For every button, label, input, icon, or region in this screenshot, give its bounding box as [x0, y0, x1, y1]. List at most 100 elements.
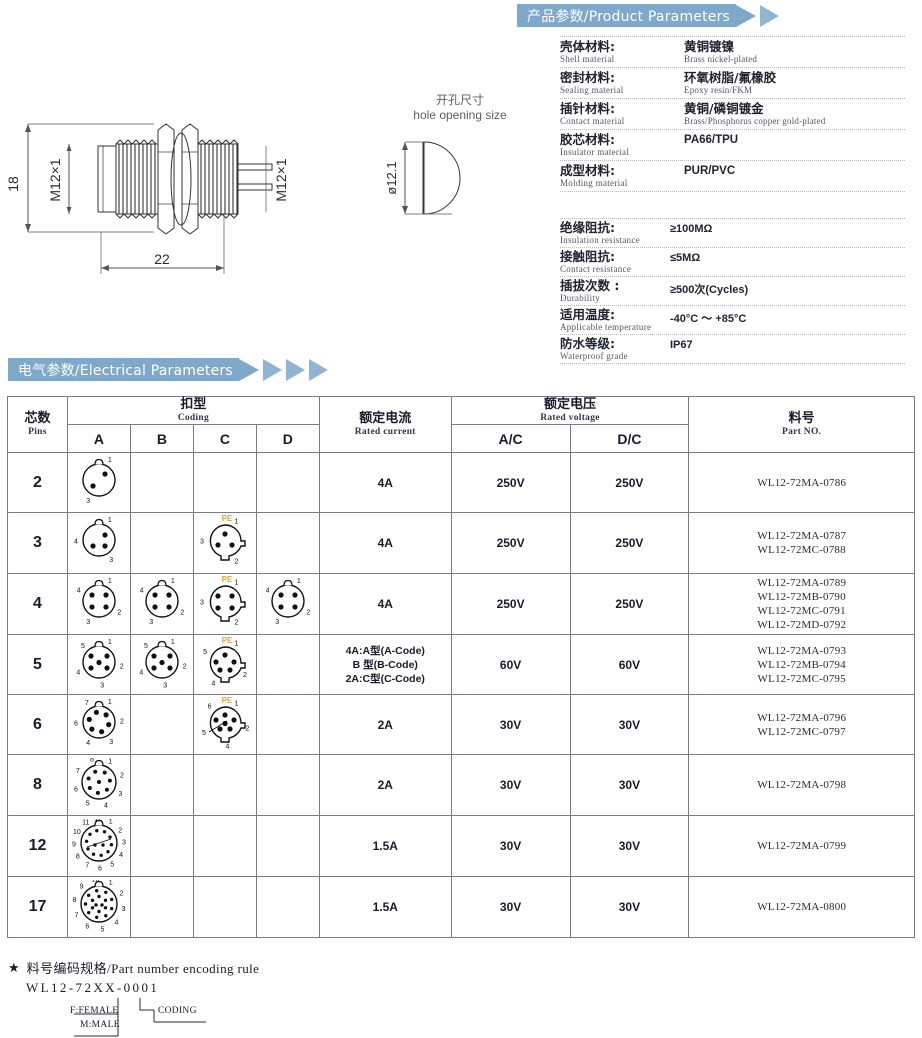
pin-layout-diagram: PE 1 2 4 5: [203, 636, 247, 687]
cell-coding-a: 13: [66, 452, 131, 513]
cell-voltage-ac: 60V: [450, 634, 571, 695]
cell-pins: 2: [7, 452, 68, 513]
label-en: Contact resistance: [560, 264, 632, 274]
cell-pins: 3: [7, 512, 68, 574]
table-row: 17 1 2 3 4 5 6 7 8 9 10 1.5A 30V 30V WL12-72MA-0800: [7, 876, 915, 938]
part-number: WL12-72MB-0794: [757, 658, 846, 671]
cell-coding-a: 1 2 3 4 5: [66, 634, 131, 695]
svg-text:8: 8: [76, 854, 80, 861]
svg-text:PE: PE: [222, 575, 233, 584]
svg-text:2: 2: [245, 725, 249, 732]
part-number: WL12-72MA-0800: [757, 901, 847, 913]
svg-text:1: 1: [108, 699, 112, 706]
cell-rated-current: 2A: [318, 694, 452, 755]
svg-text:4: 4: [211, 680, 215, 687]
hole-title-en: hole opening size: [413, 108, 507, 122]
cell-coding-a: 1 2 3 4: [66, 573, 131, 635]
pin-layout-diagram: PE 1 2 3: [200, 514, 246, 565]
spec-value: ≥500次(Cycles): [670, 284, 749, 296]
svg-text:5: 5: [81, 643, 85, 650]
svg-text:6: 6: [98, 866, 102, 873]
label-en: Insulator material: [560, 147, 630, 157]
cell-coding-b: [129, 452, 194, 513]
label-en: Shell material: [560, 54, 615, 64]
spec-label: 接触阻抗: Contact resistance: [560, 250, 670, 275]
svg-text:3: 3: [163, 682, 167, 689]
cell-part-no: WL12-72MA-0793 WL12-72MB-0794 WL12-72MC-07…: [688, 634, 915, 695]
svg-text:1: 1: [234, 519, 238, 526]
cell-part-no: WL12-72MA-0799: [688, 815, 915, 877]
svg-text:6: 6: [208, 703, 212, 710]
label-en: Insulation resistance: [560, 235, 641, 245]
table-header-row-1: 芯数 Pins 扣型 Coding 额定电流 Rated current 额定电…: [7, 396, 915, 453]
pin-layout-diagram: 1 3 4: [74, 517, 116, 564]
electrical-parameters-table: 芯数 Pins 扣型 Coding 额定电流 Rated current 额定电…: [7, 396, 915, 938]
svg-text:4: 4: [77, 588, 81, 595]
cell-coding-a: 1 2 3 4 5 6 7 8: [66, 754, 131, 816]
svg-text:2: 2: [183, 663, 187, 670]
svg-text:10: 10: [73, 829, 81, 836]
thread-label-right: M12×1: [273, 158, 289, 201]
pin-layout-diagram: PE 1 2 3: [200, 575, 246, 626]
cell-coding-c: [192, 452, 257, 513]
svg-text:3: 3: [118, 791, 122, 798]
header-part-no: 料号 Part NO.: [688, 396, 915, 453]
cell-voltage-dc: 250V: [569, 452, 690, 513]
label-cn: 插拔次数 :: [560, 278, 620, 293]
product-parameter-row: 胶芯材料: Insulator material PA66/TPU: [560, 130, 905, 161]
part-number: WL12-72MA-0796: [757, 711, 847, 724]
svg-text:3: 3: [149, 619, 153, 626]
parameter-label: 壳体材料: Shell material: [560, 40, 684, 65]
spec-value: IP67: [670, 339, 693, 351]
cell-coding-a: 1 2 3 4 5 6 7 8 9 10: [66, 876, 131, 938]
cell-pins: 4: [7, 573, 68, 635]
svg-text:1: 1: [234, 700, 238, 707]
cell-coding-b: 1 2 3 4 5: [129, 634, 194, 695]
cell-rated-current: 4A: [318, 452, 452, 513]
table-row: 12 1 2 3 4 5 6 7 8 9 10 11 12 1.5A 30V 30V WL12-72MA-079…: [7, 815, 915, 877]
cell-coding-a: 1 2 3 4 6 7: [66, 694, 131, 755]
cell-coding-c: [192, 876, 257, 938]
parameter-value: PA66/TPU: [684, 133, 905, 148]
header-coding-a: A: [66, 424, 131, 453]
label-cn: 防水等级:: [560, 336, 615, 351]
pin-layout-diagram: 13: [82, 457, 116, 504]
svg-text:2: 2: [120, 663, 124, 670]
header-coding-d: D: [255, 424, 320, 453]
spec-value: ≤5MΩ: [670, 252, 701, 264]
svg-text:4: 4: [104, 803, 108, 810]
cell-voltage-ac: 30V: [450, 815, 571, 877]
label-en: Durability: [560, 293, 600, 303]
cell-voltage-dc: 30V: [569, 815, 690, 877]
spec-value: -40°C ～ +85°C: [670, 313, 747, 325]
cell-part-no: WL12-72MA-0798: [688, 754, 915, 816]
label-en: Molding material: [560, 178, 628, 188]
cell-coding-c: PE 1 2 4 5: [192, 634, 257, 695]
header-rated-voltage: 额定电压 Rated voltage: [450, 396, 690, 425]
svg-text:1: 1: [108, 457, 112, 464]
value-cn: 黄铜镀镍: [684, 39, 735, 54]
thread-label-left: M12×1: [47, 158, 63, 201]
svg-text:1: 1: [108, 578, 112, 585]
product-specs-list: 绝缘阻抗: Insulation resistance ≥100MΩ 接触阻抗:…: [560, 218, 905, 364]
svg-text:PE: PE: [222, 636, 233, 645]
cell-rated-current: 4A:A型(A-Code) B 型(B-Code) 2A:C型(C-Code): [318, 634, 452, 695]
svg-text:2: 2: [117, 609, 121, 616]
table-header: 芯数 Pins 扣型 Coding 额定电流 Rated current 额定电…: [7, 396, 915, 453]
connector-technical-drawing: 18 M12×1 M12×1 22: [5, 123, 289, 274]
table-row: 5 1 2 3 4 5 1 2 3 4 5 PE 1 2 4 5 4A:A型(A-Code) B 型(B-Code…: [7, 634, 915, 695]
table-row: 6 1 2 3 4 6 7 PE 1 2 4 5 6 2A 30V 30V WL12-72MA-0796 WL12…: [7, 694, 915, 755]
banner-body: 产品参数/Product Parameters: [517, 4, 737, 27]
cell-coding-d: [255, 694, 320, 755]
svg-text:4: 4: [266, 588, 270, 595]
cell-coding-b: 1 2 3 4: [129, 573, 194, 635]
svg-text:2: 2: [120, 773, 124, 780]
banner-body: 电气参数/Electrical Parameters: [8, 358, 239, 381]
cell-coding-b: [129, 754, 194, 816]
svg-text:3: 3: [109, 557, 113, 564]
table-body: 2 1 3 4A 250V 250V WL12-72MA-0786 3 1 3 4 PE 1 2 3 4A 25…: [7, 452, 915, 938]
product-spec-row: 适用温度: Applicable temperature -40°C ～ +85…: [560, 306, 905, 335]
pin-layout-diagram: 1 2 3 4: [140, 578, 185, 626]
cell-voltage-ac: 250V: [450, 573, 571, 635]
cell-pins: 5: [7, 634, 68, 695]
